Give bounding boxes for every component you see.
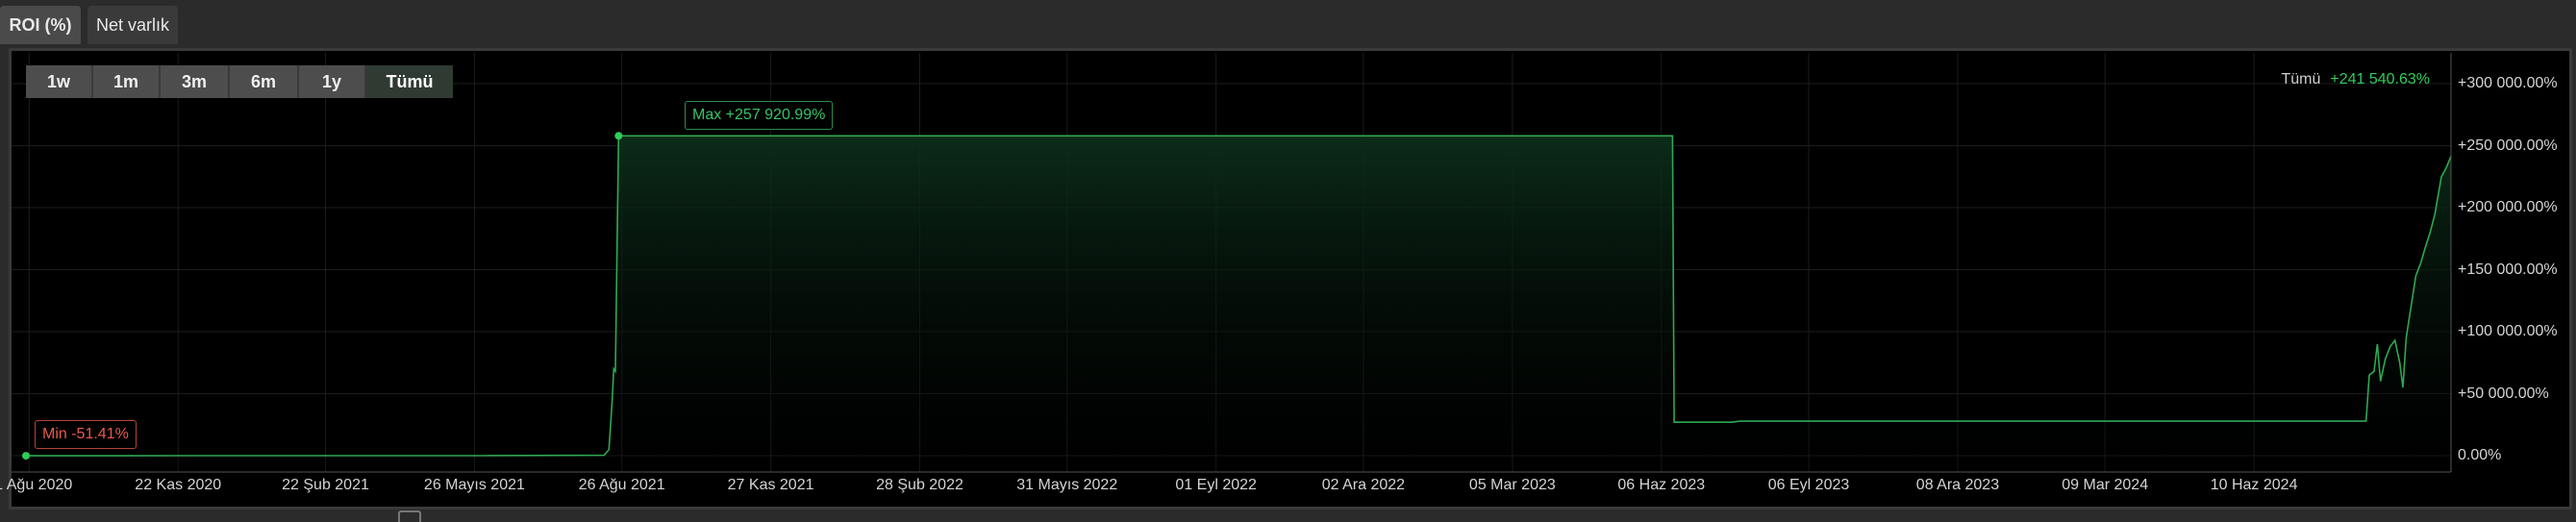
range-3m-button[interactable]: 3m — [161, 65, 230, 98]
x-tick-label: 31 Mayıs 2022 — [1016, 477, 1118, 493]
range-6m-button[interactable]: 6m — [230, 65, 299, 98]
min-marker-dot — [22, 452, 30, 460]
y-tick-label: +50 000.00% — [2458, 385, 2549, 402]
x-tick-label: 05 Mar 2023 — [1468, 477, 1556, 493]
range-1m-button[interactable]: 1m — [93, 65, 161, 98]
x-tick-label: 27 Kas 2021 — [727, 477, 814, 493]
x-tick-label: 28 Şub 2022 — [876, 477, 963, 493]
y-tick-label: +250 000.00% — [2458, 137, 2558, 154]
y-tick-label: +150 000.00% — [2458, 261, 2558, 278]
range-summary: Tümü +241 540.63% — [2281, 71, 2430, 88]
y-tick-label: 0.00% — [2458, 447, 2502, 463]
x-tick-label: 02 Ara 2022 — [1321, 477, 1406, 493]
x-tick-label: 06 Eyl 2023 — [1767, 477, 1850, 493]
range-summary-label: Tümü — [2281, 71, 2321, 87]
max-tag: Max +257 920.99% — [685, 101, 834, 130]
x-tick-label: 06 Haz 2023 — [1617, 477, 1706, 493]
x-tick-label: 08 Ara 2023 — [1915, 477, 2000, 493]
x-tick-label: 22 Şub 2021 — [282, 477, 369, 493]
max-marker-dot — [614, 132, 623, 140]
range-1y-button[interactable]: 1y — [299, 65, 366, 98]
y-tick-label: +100 000.00% — [2458, 323, 2558, 339]
x-tick-label: 22 Kas 2020 — [135, 477, 222, 493]
x-tick-label: 10 Haz 2024 — [2210, 477, 2298, 493]
min-tag: Min -51.41% — [35, 420, 137, 449]
range-selector: 1w 1m 3m 6m 1y Tümü — [26, 65, 453, 98]
x-tick-label: 26 Mayıs 2021 — [423, 477, 525, 493]
y-tick-label: +200 000.00% — [2458, 199, 2558, 215]
range-summary-value: +241 540.63% — [2330, 71, 2430, 87]
x-tick-label: 21 Ağu 2020 — [0, 477, 73, 493]
y-tick-label: +300 000.00% — [2458, 75, 2558, 91]
x-tick-label: 26 Ağu 2021 — [578, 477, 665, 493]
collapse-icon[interactable] — [398, 510, 421, 522]
range-1w-button[interactable]: 1w — [26, 65, 93, 98]
range-all-button[interactable]: Tümü — [366, 65, 453, 98]
x-tick-label: 01 Eyl 2022 — [1175, 477, 1257, 493]
x-tick-label: 09 Mar 2024 — [2062, 477, 2149, 493]
